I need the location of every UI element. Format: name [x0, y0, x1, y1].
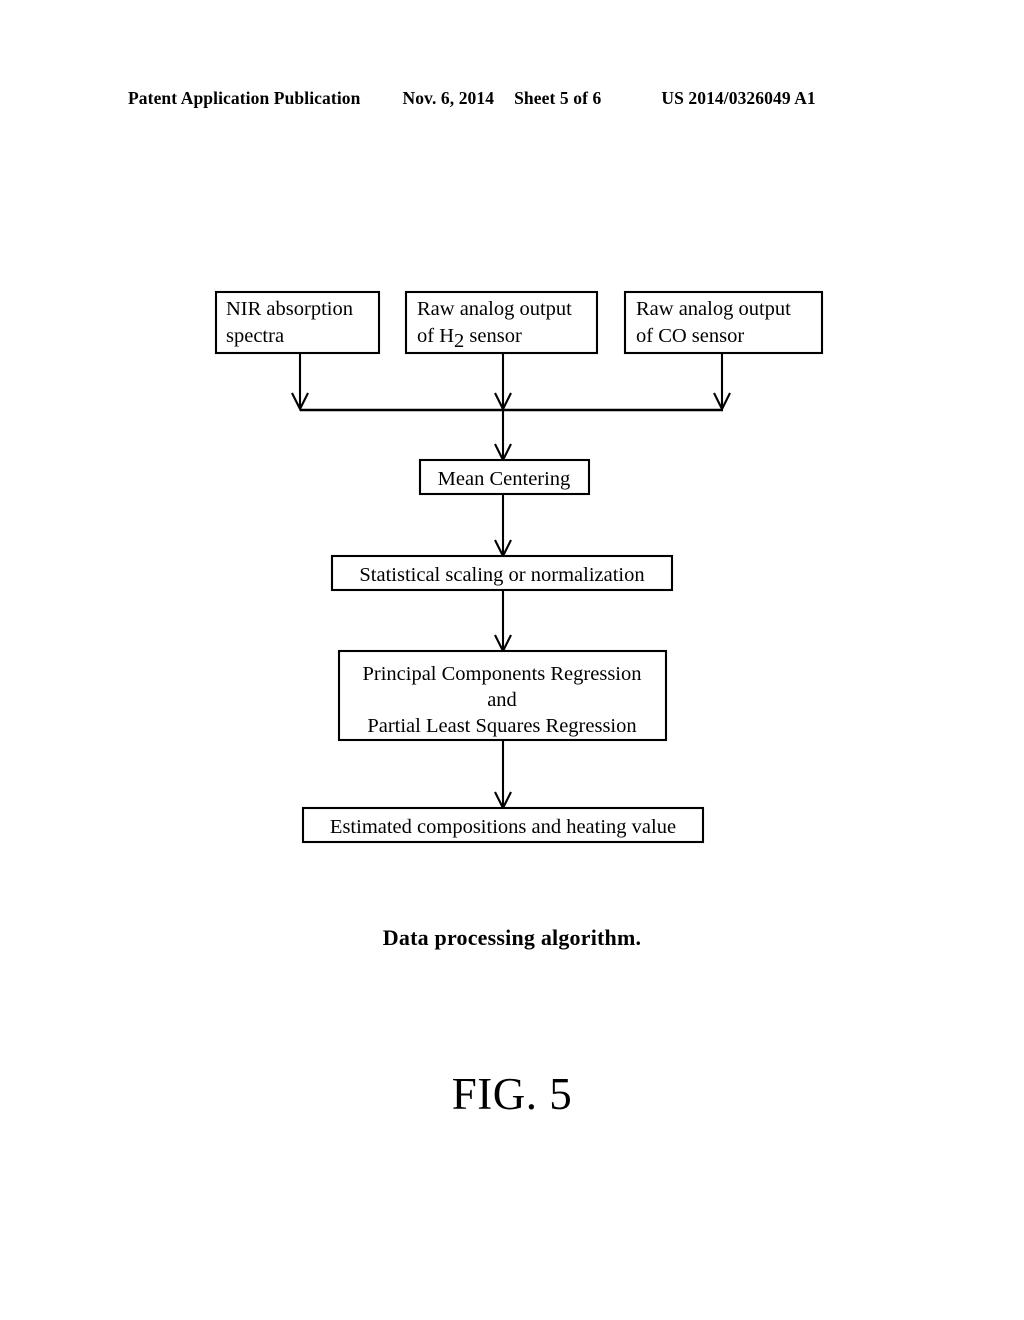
figure-label: FIG. 5: [451, 1069, 573, 1119]
flow-node-regression: Principal Components Regression and Part…: [337, 649, 668, 742]
flow-node-raw-analog-output-co-sensor: Raw analog output of CO sensor: [623, 290, 824, 355]
flowchart-diagram: NIR absorption spectra Raw analog output…: [214, 290, 824, 844]
flow-node-raw-analog-output-h2-sensor: Raw analog output of H2 sensor: [404, 290, 599, 355]
flow-node-statistical-scaling-label: Statistical scaling or normalization: [359, 564, 644, 586]
flow-node-regression-line1: Principal Components Regression: [362, 663, 641, 685]
flow-node-co-line2: of CO sensor: [636, 325, 744, 347]
flow-node-regression-line2: and: [487, 689, 517, 711]
flow-node-mean-centering: Mean Centering: [418, 458, 591, 496]
flow-node-nir-absorption-spectra-line2: spectra: [226, 325, 284, 347]
flow-node-statistical-scaling: Statistical scaling or normalization: [330, 554, 674, 592]
flow-node-h2-subscript: 2: [454, 330, 464, 352]
figure-area: NIR absorption spectra Raw analog output…: [0, 0, 1024, 1320]
flow-node-mean-centering-label: Mean Centering: [438, 468, 571, 490]
flow-node-h2-line2-post: sensor: [464, 325, 522, 347]
flow-node-h2-line1: Raw analog output: [417, 298, 572, 320]
flow-connector-scaling-to-regression: [494, 590, 512, 654]
flow-node-nir-absorption-spectra: NIR absorption spectra: [214, 290, 381, 355]
flow-node-estimated-output-label: Estimated compositions and heating value: [330, 816, 676, 838]
flow-node-h2-line2-pre: of H: [417, 325, 454, 347]
flow-node-estimated-output: Estimated compositions and heating value: [301, 806, 705, 844]
flow-node-regression-line3: Partial Least Squares Regression: [367, 715, 636, 737]
flow-node-co-line1: Raw analog output: [636, 298, 791, 320]
flow-node-nir-absorption-spectra-line1: NIR absorption: [226, 298, 353, 320]
flow-connector-regression-to-output: [494, 740, 512, 811]
flow-connector-mean-centering-to-scaling: [494, 494, 512, 559]
flow-connector-merge-to-mean-centering: [494, 410, 512, 463]
flow-connector-inputs-to-merge-bar: [291, 353, 731, 412]
figure-caption: Data processing algorithm.: [382, 925, 642, 950]
